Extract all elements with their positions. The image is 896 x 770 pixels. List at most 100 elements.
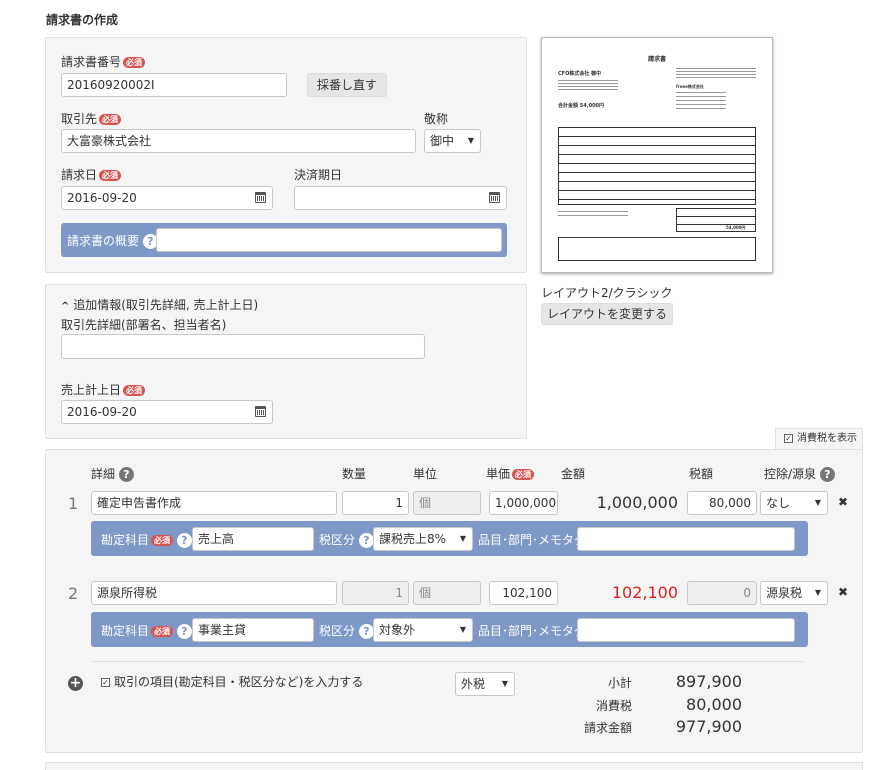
- summary-label: 請求書の概要 ?: [67, 232, 158, 249]
- col-detail: 詳細 ?: [91, 465, 134, 482]
- unit-input[interactable]: 個: [413, 581, 481, 605]
- col-deduct: 控除/源泉 ?: [764, 465, 835, 482]
- tax-category-label: 税区分 ?: [319, 531, 374, 548]
- memo-input[interactable]: [577, 527, 795, 551]
- line-number: 1: [68, 494, 79, 513]
- required-badge: 必須: [123, 57, 146, 68]
- calendar-icon[interactable]: [255, 192, 266, 203]
- preview-table: [558, 127, 756, 205]
- required-badge: 必須: [512, 469, 535, 480]
- deduct-value: 源泉税: [766, 586, 803, 600]
- chevron-down-icon: ▼: [459, 534, 466, 543]
- account-input[interactable]: 事業主貸: [192, 618, 314, 642]
- additional-info-toggle[interactable]: ^ 追加情報(取引先詳細, 売上計上日): [61, 296, 258, 313]
- help-icon[interactable]: ?: [176, 624, 192, 639]
- due-date-input[interactable]: [294, 186, 507, 210]
- line-number: 2: [68, 584, 79, 603]
- memo-input[interactable]: [577, 618, 795, 642]
- help-icon[interactable]: ?: [176, 533, 192, 548]
- total-label: 請求金額: [583, 721, 632, 735]
- change-layout-button[interactable]: レイアウトを変更する: [541, 303, 673, 325]
- qty-input[interactable]: 1: [342, 581, 409, 605]
- honorific-select[interactable]: 御中 ▼: [424, 129, 481, 153]
- preview-grand: 54,000円: [726, 225, 746, 230]
- price-input[interactable]: 102,100: [489, 581, 558, 605]
- client-label: 取引先 必須: [61, 110, 122, 127]
- tax-input[interactable]: 80,000: [687, 491, 757, 515]
- line-meta-bar: 勘定科目 必須 ? 事業主貸 税区分 ? 対象外 ▼ 品目･部門･メモタグ: [91, 612, 808, 647]
- required-badge: 必須: [99, 114, 122, 125]
- line-items-panel: 詳細 ? 数量 単位 単価 必須 金額 税額 控除/源泉 ? 1 確定申告書作成 …: [45, 449, 863, 753]
- invoice-preview[interactable]: 請求書 CFO株式会社 御中 合計金額 54,000円 freee株式会社 54…: [541, 37, 773, 273]
- memo-label: 品目･部門･メモタグ: [478, 533, 587, 547]
- due-date-label: 決済期日: [294, 168, 343, 182]
- invoice-number-input[interactable]: 20160920002I: [61, 73, 287, 97]
- summary-bar: 請求書の概要 ?: [61, 223, 507, 257]
- col-amount: 金額: [561, 467, 586, 481]
- tax-display-label: 消費税を表示: [797, 433, 857, 444]
- invoice-number-label: 請求書番号 必須: [61, 53, 146, 70]
- tax-input[interactable]: 0: [687, 581, 757, 605]
- line-amount: 102,100: [611, 583, 678, 602]
- summary-input[interactable]: [156, 228, 502, 252]
- preview-lines-right2: [676, 89, 726, 111]
- checkbox-icon[interactable]: ✓: [101, 678, 110, 687]
- help-icon[interactable]: ?: [118, 467, 134, 482]
- help-icon[interactable]: ?: [819, 467, 835, 482]
- client-detail-textarea[interactable]: [61, 334, 425, 359]
- chevron-down-icon: ▼: [814, 498, 821, 507]
- tax-category-value: 対象外: [379, 623, 416, 637]
- tax-category-label: 税区分 ?: [319, 622, 374, 639]
- chevron-down-icon: ▼: [467, 136, 474, 145]
- tax-display-tab[interactable]: ✓ 消費税を表示: [775, 428, 863, 449]
- account-label: 勘定科目 必須 ?: [101, 622, 192, 639]
- account-input[interactable]: 売上高: [192, 527, 314, 551]
- enter-items-checkbox[interactable]: ✓ 取引の項目(勘定科目・税区分など)を入力する: [101, 673, 363, 690]
- sales-date-label: 売上計上日 必須: [61, 381, 146, 398]
- col-unit: 単位: [413, 467, 438, 481]
- preview-lines-right: [676, 66, 756, 80]
- additional-info-panel: ^ 追加情報(取引先詳細, 売上計上日) 取引先詳細(部署名、担当者名) 売上計…: [45, 284, 527, 439]
- tax-category-select[interactable]: 課税売上8% ▼: [373, 527, 473, 551]
- calendar-icon[interactable]: [255, 406, 266, 417]
- invoice-date-label: 請求日 必須: [61, 166, 122, 183]
- add-row-icon[interactable]: +: [68, 676, 83, 691]
- honorific-label: 敬称: [424, 112, 449, 126]
- client-input[interactable]: 大富豪株式会社: [61, 129, 416, 153]
- deduct-select[interactable]: 源泉税 ▼: [760, 581, 828, 605]
- help-icon[interactable]: ?: [358, 533, 374, 548]
- qty-input[interactable]: 1: [342, 491, 409, 515]
- delete-row-icon[interactable]: ✖: [838, 495, 848, 509]
- subtotal-label: 小計: [607, 676, 632, 690]
- delete-row-icon[interactable]: ✖: [838, 585, 848, 599]
- enter-items-label: 取引の項目(勘定科目・税区分など)を入力する: [114, 675, 364, 689]
- calendar-icon[interactable]: [489, 192, 500, 203]
- tax-total-value: 80,000: [686, 695, 742, 714]
- required-badge: 必須: [151, 626, 174, 637]
- unit-input[interactable]: 個: [413, 491, 481, 515]
- preview-total: 合計金額 54,000円: [558, 103, 605, 109]
- tax-mode-select[interactable]: 外税 ▼: [455, 672, 515, 696]
- checkbox-icon[interactable]: ✓: [784, 433, 793, 443]
- sales-date-input[interactable]: 2016-09-20: [61, 400, 273, 424]
- invoice-date-input[interactable]: 2016-09-20: [61, 186, 273, 210]
- col-qty: 数量: [342, 467, 367, 481]
- help-icon[interactable]: ?: [358, 624, 374, 639]
- required-badge: 必須: [123, 385, 146, 396]
- page-title: 請求書の作成: [46, 13, 119, 27]
- memo-label: 品目･部門･メモタグ: [478, 624, 587, 638]
- divider: [91, 661, 804, 662]
- deduct-select[interactable]: なし ▼: [760, 491, 828, 515]
- preview-notes: [558, 237, 756, 261]
- tax-category-select[interactable]: 対象外 ▼: [373, 618, 473, 642]
- renumber-button[interactable]: 採番し直す: [307, 73, 387, 97]
- tax-total-label: 消費税: [595, 699, 632, 713]
- line-meta-bar: 勘定科目 必須 ? 売上高 税区分 ? 課税売上8% ▼ 品目･部門･メモタグ: [91, 521, 808, 556]
- preview-client: CFO株式会社 御中: [558, 71, 602, 77]
- preview-lines-bottom: [558, 208, 628, 218]
- detail-input[interactable]: 源泉所得税: [91, 581, 337, 605]
- account-label: 勘定科目 必須 ?: [101, 531, 192, 548]
- detail-input[interactable]: 確定申告書作成: [91, 491, 337, 515]
- col-price: 単価 必須: [486, 465, 535, 482]
- price-input[interactable]: 1,000,000: [489, 491, 558, 515]
